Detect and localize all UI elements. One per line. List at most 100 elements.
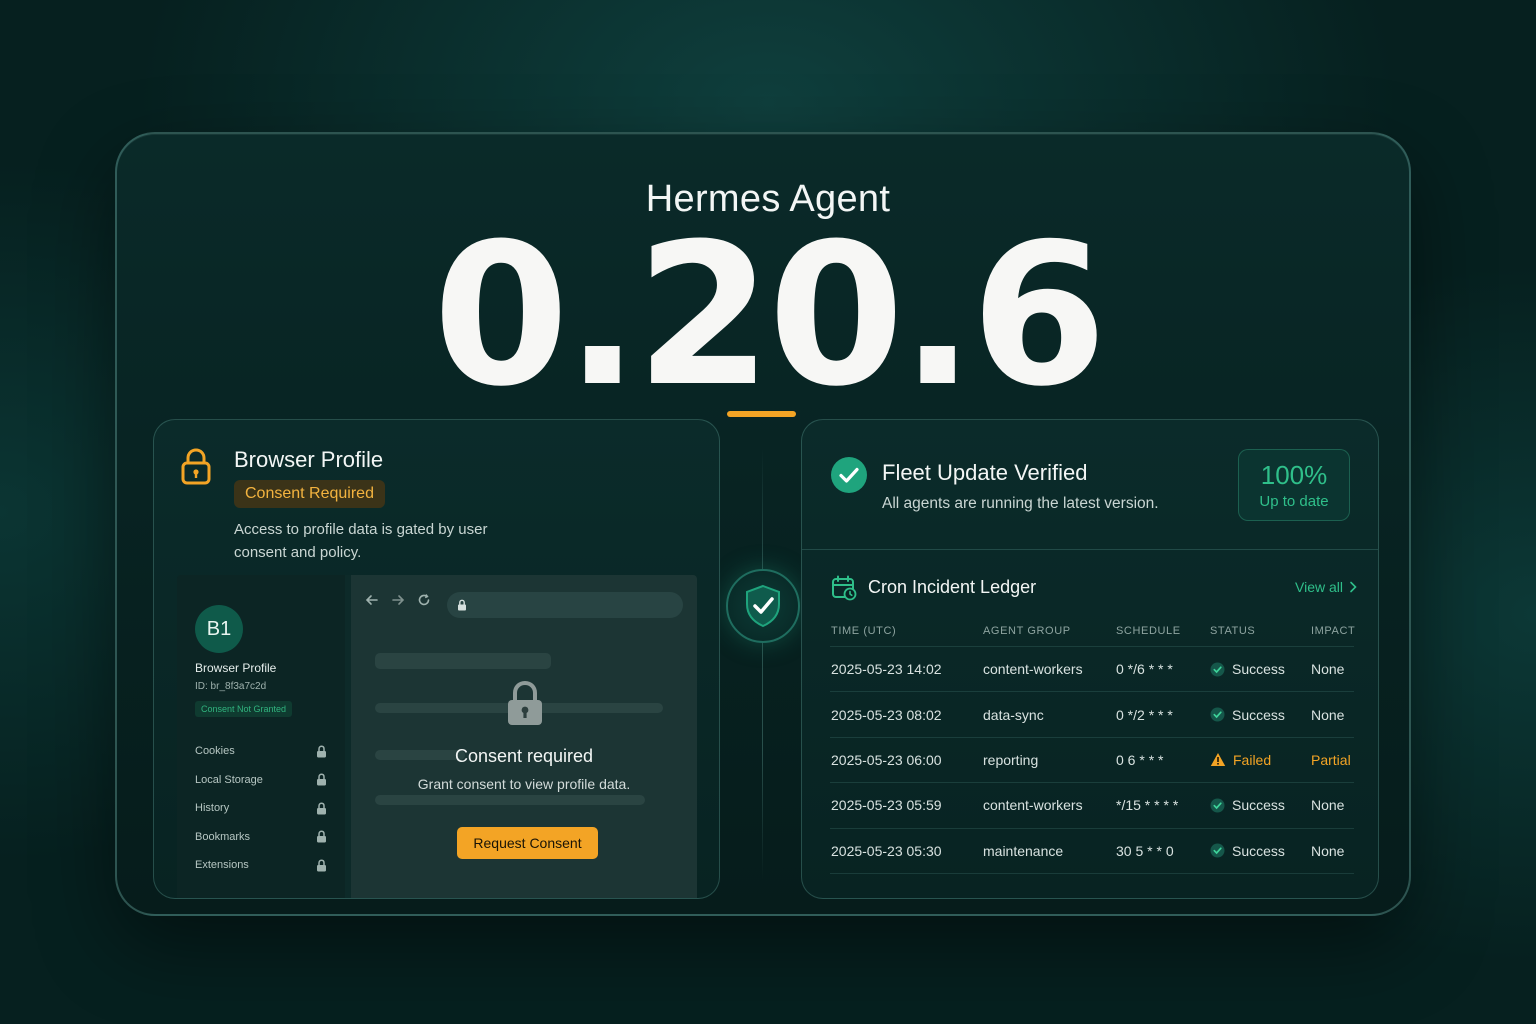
table-row[interactable]: 2025-05-23 08:02 data-sync 0 */2 * * * S… [830,692,1354,738]
table-row[interactable]: 2025-05-23 06:00 reporting 0 6 * * * Fai… [830,738,1354,784]
time-cell: 2025-05-23 05:30 [831,842,942,859]
blurred-placeholder [375,653,551,669]
calendar-clock-icon [832,575,857,601]
schedule-cell: 30 5 * * 0 [1116,842,1174,859]
time-cell: 2025-05-23 05:59 [831,797,942,814]
schedule-cell: 0 */6 * * * [1116,661,1173,678]
list-item[interactable]: Bookmarks [195,823,327,852]
impact-cell: None [1311,661,1345,678]
mock-sidebar: B1 Browser Profile ID: br_8f3a7c2d Conse… [177,575,345,898]
success-check-icon [1210,662,1225,677]
center-divider [762,448,763,880]
browser-profile-title: Browser Profile [234,447,384,472]
group-cell: content-workers [983,797,1083,814]
mock-content-area: Consent required Grant consent to view p… [351,575,697,898]
lock-icon [508,680,542,725]
reload-icon[interactable] [417,593,431,607]
check-circle-icon [831,457,867,493]
success-check-icon [1210,798,1225,813]
view-all-link[interactable]: View all [1295,579,1357,595]
request-consent-button[interactable]: Request Consent [457,827,598,859]
group-cell: data-sync [983,706,1044,723]
table-row[interactable]: 2025-05-23 05:59 content-workers */15 * … [830,783,1354,829]
status-label: Success [1232,706,1285,723]
table-row[interactable]: 2025-05-23 05:30 maintenance 30 5 * * 0 … [830,829,1354,874]
schedule-cell: */15 * * * * [1116,797,1179,814]
column-header: AGENT GROUP [983,624,1071,637]
success-check-icon [1210,843,1225,858]
status-cell: Success [1210,692,1285,736]
ledger-title: Cron Incident Ledger [868,577,1037,597]
fleet-update-title: Fleet Update Verified [882,460,1088,485]
column-header: SCHEDULE [1116,624,1181,637]
list-item[interactable]: Extensions [195,851,327,880]
browser-profile-card: Browser Profile Consent Required Access … [153,419,720,899]
status-cell: Success [1210,647,1285,691]
lock-icon [317,830,326,843]
back-arrow-icon[interactable] [365,593,379,607]
impact-cell: None [1311,797,1345,814]
schedule-cell: 0 6 * * * [1116,751,1164,768]
list-item[interactable]: Local Storage [195,766,327,795]
shield-check-badge [726,569,800,643]
status-cell: Success [1210,829,1285,873]
status-cell: Success [1210,783,1285,827]
schedule-cell: 0 */2 * * * [1116,706,1173,723]
warning-triangle-icon [1210,753,1226,767]
list-item[interactable]: Cookies [195,737,327,766]
lock-icon [181,448,211,485]
divider [802,549,1378,550]
lock-icon [317,745,326,758]
list-item[interactable]: History [195,794,327,823]
group-cell: content-workers [983,661,1083,678]
status-label: Success [1232,842,1285,859]
view-all-label: View all [1295,579,1343,595]
consent-not-granted-badge: Consent Not Granted [195,701,293,717]
browser-nav [365,593,431,607]
lock-icon [317,802,326,815]
status-label: Success [1232,797,1285,814]
blurred-placeholder [375,795,645,805]
success-check-icon [1210,707,1225,722]
lock-icon [317,859,326,872]
impact-cell: Partial [1311,751,1351,768]
forward-arrow-icon[interactable] [391,593,405,607]
percent-value: 100% [1260,460,1328,490]
lock-icon [317,773,326,786]
shield-check-icon [746,584,780,628]
fleet-update-description: All agents are running the latest versio… [882,495,1159,512]
table-row[interactable]: 2025-05-23 14:02 content-workers 0 */6 *… [830,647,1354,693]
status-cell: Failed [1210,738,1271,782]
time-cell: 2025-05-23 06:00 [831,751,942,768]
impact-cell: None [1311,706,1345,723]
fleet-card: Fleet Update Verified All agents are run… [801,419,1379,899]
group-cell: maintenance [983,842,1064,859]
group-cell: reporting [983,751,1039,768]
avatar: B1 [195,605,243,653]
version-number: 0.20.6 [432,202,1107,430]
version-underline [727,411,796,417]
mock-data-list: Cookies Local Storage History Bookmarks … [195,737,327,880]
consent-required-title: Consent required [454,746,594,766]
time-cell: 2025-05-23 14:02 [831,661,942,678]
address-bar[interactable] [447,592,683,618]
mock-profile-id: ID: br_8f3a7c2d [195,681,267,692]
status-label: Failed [1233,751,1272,768]
status-label: Success [1232,661,1285,678]
impact-cell: None [1311,842,1345,859]
chevron-right-icon [1350,581,1357,593]
column-header: STATUS [1210,624,1256,637]
mock-profile-name: Browser Profile [195,661,277,675]
time-cell: 2025-05-23 08:02 [831,706,942,723]
column-header: TIME (UTC) [831,624,897,637]
consent-required-description: Grant consent to view profile data. [417,776,631,792]
up-to-date-stat: 100% Up to date [1238,449,1350,521]
browser-mockup: B1 Browser Profile ID: br_8f3a7c2d Conse… [177,575,697,898]
percent-label: Up to date [1259,493,1329,510]
consent-required-badge: Consent Required [234,480,385,508]
table-header: TIME (UTC) AGENT GROUP SCHEDULE STATUS I… [830,615,1356,647]
column-header: IMPACT [1311,624,1356,637]
padlock-icon [458,599,466,611]
incident-table: TIME (UTC) AGENT GROUP SCHEDULE STATUS I… [830,615,1356,874]
browser-profile-description: Access to profile data is gated by user … [234,521,488,561]
